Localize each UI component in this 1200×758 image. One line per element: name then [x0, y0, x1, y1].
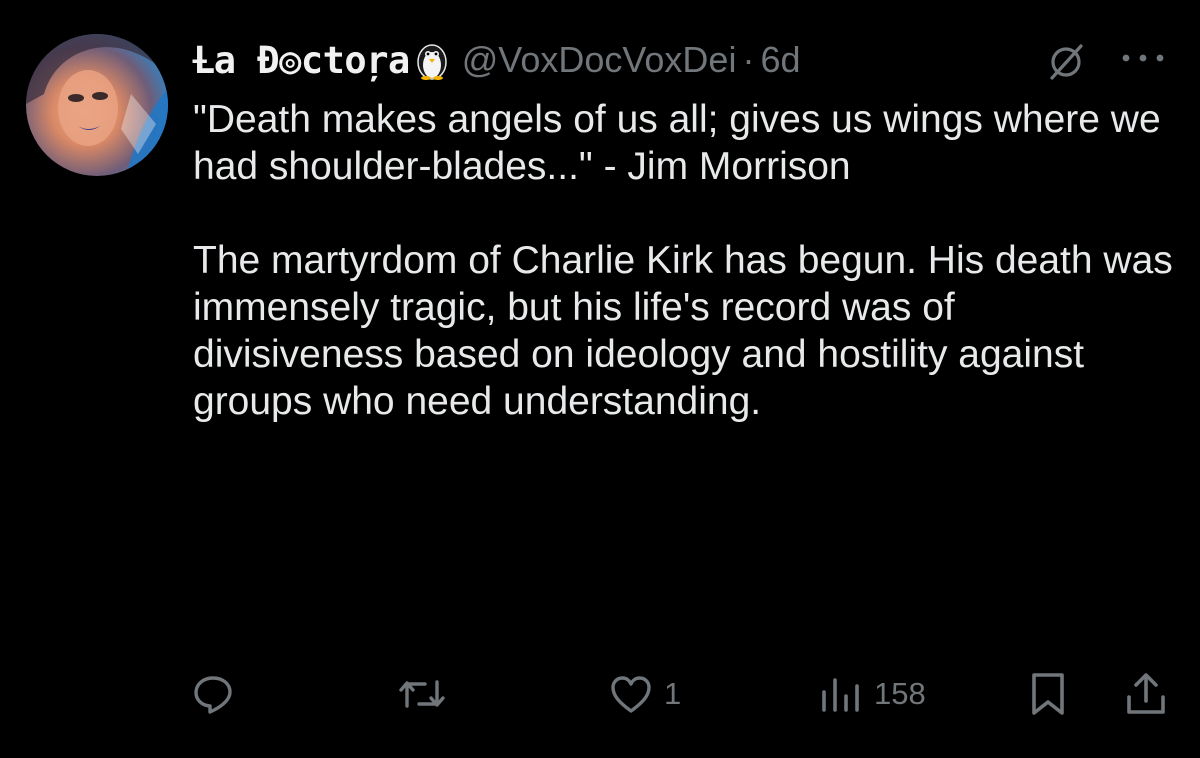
views-count: 158	[874, 676, 926, 711]
analytics-icon	[822, 678, 859, 712]
reply-button[interactable]	[191, 666, 235, 722]
like-button[interactable]: 1	[608, 666, 681, 722]
bookmark-icon	[1032, 673, 1064, 715]
display-name[interactable]: Ƚa Ɖ◎ctoŗa	[192, 39, 410, 82]
views-button[interactable]: 158	[818, 666, 926, 722]
penguin-icon	[414, 40, 450, 80]
grok-icon[interactable]	[1046, 42, 1086, 82]
tweet-paragraph: The martyrdom of Charlie Kirk has begun.…	[193, 239, 1173, 423]
action-bar: 1 158	[0, 666, 1200, 722]
tweet[interactable]: Ƚa Ɖ◎ctoŗa @VoxDocVoxDei · 6d "Death mak…	[0, 0, 1200, 758]
reply-icon	[194, 676, 232, 714]
share-icon	[1127, 673, 1165, 714]
tweet-header: Ƚa Ɖ◎ctoŗa @VoxDocVoxDei · 6d	[192, 30, 801, 90]
repost-button[interactable]	[398, 666, 446, 722]
timestamp[interactable]: 6d	[760, 39, 800, 81]
tweet-paragraph: "Death makes angels of us all; gives us …	[193, 98, 1161, 188]
bookmark-button[interactable]	[1028, 666, 1068, 722]
like-count: 1	[664, 676, 682, 711]
more-icon[interactable]	[1118, 46, 1168, 70]
tweet-text: "Death makes angels of us all; gives us …	[193, 96, 1173, 425]
heart-icon	[611, 676, 651, 713]
separator-dot: ·	[742, 39, 755, 80]
handle[interactable]: @VoxDocVoxDei	[462, 39, 737, 81]
share-button[interactable]	[1124, 666, 1168, 722]
avatar[interactable]	[26, 34, 168, 176]
repost-icon	[399, 680, 445, 708]
